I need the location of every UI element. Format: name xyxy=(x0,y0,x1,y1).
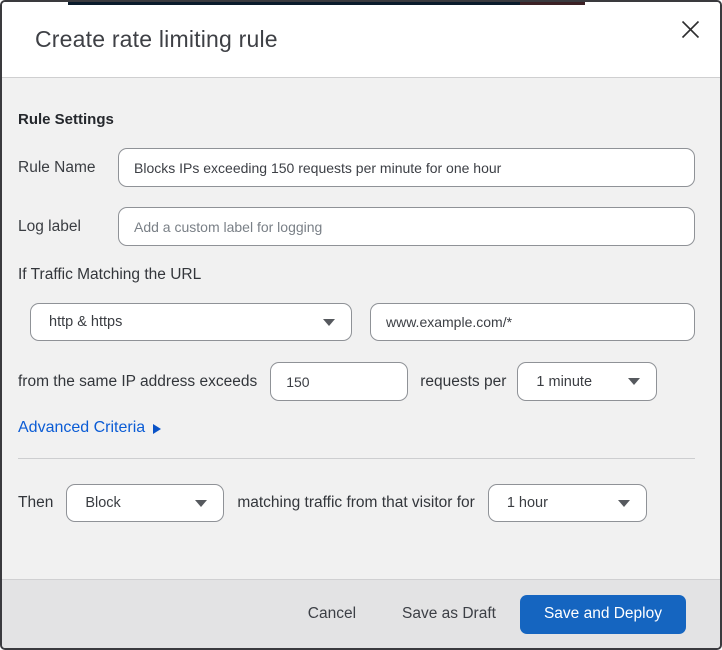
dialog-title: Create rate limiting rule xyxy=(35,26,278,52)
duration-select-value: 1 hour xyxy=(506,495,548,511)
caret-down-icon xyxy=(323,318,335,326)
rule-name-input[interactable] xyxy=(118,148,695,187)
period-select-value: 1 minute xyxy=(536,373,593,390)
threshold-input[interactable] xyxy=(270,362,409,401)
caret-down-icon xyxy=(628,378,641,385)
caret-down-icon xyxy=(617,499,630,507)
close-button[interactable] xyxy=(678,19,702,43)
log-label-label: Log label xyxy=(18,217,81,235)
then-label: Then xyxy=(18,494,54,511)
advanced-criteria-label: Advanced Criteria xyxy=(18,419,146,436)
period-select[interactable]: 1 minute xyxy=(517,362,658,401)
scheme-url-row: http & https xyxy=(30,303,695,341)
threshold-row: from the same IP address exceeds request… xyxy=(18,362,695,401)
section-divider xyxy=(18,458,695,459)
action-middle-text: matching traffic from that visitor for xyxy=(237,494,475,511)
threshold-text-after: requests per xyxy=(420,372,507,390)
arrow-right-icon xyxy=(153,424,162,434)
create-rate-limiting-rule-dialog: Create rate limiting rule Rule Settings … xyxy=(0,0,722,650)
action-row: Then Block matching traffic from that vi… xyxy=(18,484,695,522)
log-label-input[interactable] xyxy=(118,207,695,246)
log-label-row: Log label xyxy=(18,207,695,246)
save-draft-button[interactable]: Save as Draft xyxy=(402,605,496,623)
duration-select[interactable]: 1 hour xyxy=(487,484,647,522)
action-select-value: Block xyxy=(85,495,121,511)
caret-down-icon xyxy=(195,499,208,507)
dialog-footer: Cancel Save as Draft Save and Deploy xyxy=(2,579,720,648)
rule-name-label: Rule Name xyxy=(18,158,96,176)
cancel-button[interactable]: Cancel xyxy=(308,605,356,623)
scheme-select-value: http & https xyxy=(49,314,123,330)
dialog-header: Create rate limiting rule xyxy=(2,2,720,78)
traffic-match-heading: If Traffic Matching the URL xyxy=(18,266,202,283)
page-behind-sliver xyxy=(520,2,585,5)
url-input[interactable] xyxy=(370,303,695,341)
close-icon xyxy=(681,20,700,42)
rule-settings-heading: Rule Settings xyxy=(18,111,114,128)
dialog-body: Rule Settings Rule Name Log label If Tra… xyxy=(2,78,720,579)
threshold-text-before: from the same IP address exceeds xyxy=(18,372,258,390)
page-behind-sliver xyxy=(68,2,520,5)
rule-name-row: Rule Name xyxy=(18,148,695,187)
advanced-criteria-link[interactable]: Advanced Criteria xyxy=(18,419,162,437)
action-select[interactable]: Block xyxy=(66,484,225,522)
scheme-select[interactable]: http & https xyxy=(30,303,352,341)
save-deploy-button[interactable]: Save and Deploy xyxy=(519,594,686,634)
